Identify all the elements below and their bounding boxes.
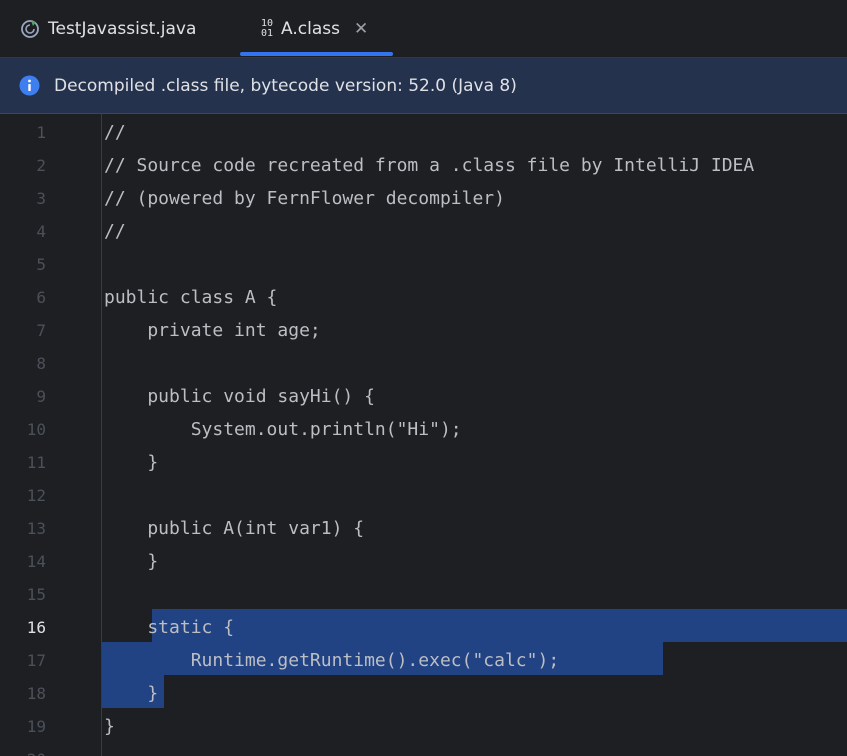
line-number: 12 — [26, 486, 46, 505]
code-line[interactable]: 3 // (powered by FernFlower decompiler) — [0, 182, 847, 215]
line-number: 6 — [36, 288, 46, 307]
code-text: public void sayHi() { — [104, 386, 375, 407]
class-refresh-icon — [21, 19, 39, 38]
code-text: private int age; — [104, 320, 321, 341]
line-number: 18 — [26, 684, 46, 703]
tab-a-class[interactable]: 10 01 A.class ✕ — [240, 0, 393, 57]
code-line[interactable]: 14 } — [0, 545, 847, 578]
code-line[interactable]: 5 — [0, 248, 847, 281]
code-text: System.out.println("Hi"); — [104, 419, 462, 440]
close-icon[interactable]: ✕ — [354, 19, 368, 39]
active-tab-indicator — [240, 52, 393, 56]
line-number: 1 — [36, 123, 46, 142]
code-text: // — [104, 221, 126, 242]
code-editor[interactable]: 1 // 2 // Source code recreated from a .cla… — [0, 114, 847, 756]
code-text: } — [104, 716, 115, 737]
code-line[interactable]: 1 // — [0, 116, 847, 149]
code-line[interactable]: 10 System.out.println("Hi"); — [0, 413, 847, 446]
line-number: 3 — [36, 189, 46, 208]
code-line[interactable]: 20 — [0, 743, 847, 756]
banner-message: Decompiled .class file, bytecode version… — [54, 75, 517, 96]
code-line[interactable]: 9 public void sayHi() { — [0, 380, 847, 413]
code-text: Runtime.getRuntime().exec("calc"); — [104, 650, 560, 671]
binary-icon: 10 01 — [261, 17, 274, 39]
code-text: public class A { — [104, 287, 278, 308]
editor-tab-bar: TestJavassist.java 10 01 A.class ✕ — [0, 0, 847, 57]
code-line[interactable]: 2 // Source code recreated from a .class … — [0, 149, 847, 182]
code-line[interactable]: 12 — [0, 479, 847, 512]
code-line[interactable]: 19} — [0, 710, 847, 743]
code-line[interactable]: 18 } — [0, 677, 847, 710]
line-number: 8 — [36, 354, 46, 373]
line-number: 2 — [36, 156, 46, 175]
code-text: public A(int var1) { — [104, 518, 365, 539]
code-line[interactable]: 11 } — [0, 446, 847, 479]
line-number: 15 — [26, 585, 46, 604]
code-text: } — [104, 683, 159, 704]
line-number: 20 — [0, 743, 46, 756]
decompiled-notice-banner: Decompiled .class file, bytecode version… — [0, 57, 847, 114]
code-text: // — [104, 122, 126, 143]
tab-label: A.class — [281, 18, 340, 39]
code-text: } — [104, 551, 159, 572]
code-text: // (powered by FernFlower decompiler) — [104, 188, 505, 209]
code-text: // Source code recreated from a .class f… — [104, 155, 755, 176]
tab-testjavassist[interactable]: TestJavassist.java — [20, 0, 196, 57]
info-icon — [19, 75, 40, 96]
line-number: 9 — [36, 387, 46, 406]
line-number: 11 — [26, 453, 46, 472]
line-number: 10 — [26, 420, 46, 439]
line-number: 19 — [26, 717, 46, 736]
line-number: 17 — [26, 651, 46, 670]
tab-label: TestJavassist.java — [48, 18, 197, 39]
code-line[interactable]: 17 Runtime.getRuntime().exec("calc"); — [0, 644, 847, 677]
code-line[interactable]: 16 static { — [0, 611, 847, 644]
line-number: 14 — [26, 552, 46, 571]
line-number: 7 — [36, 321, 46, 340]
line-number: 16 — [26, 618, 46, 637]
line-number: 13 — [26, 519, 46, 538]
code-text: static { — [104, 617, 235, 638]
code-line[interactable]: 6 public class A { — [0, 281, 847, 314]
code-line[interactable]: 13 public A(int var1) { — [0, 512, 847, 545]
line-number: 4 — [36, 222, 46, 241]
line-number: 5 — [36, 255, 46, 274]
code-line[interactable]: 8 — [0, 347, 847, 380]
code-line[interactable]: 15 — [0, 578, 847, 611]
code-line[interactable]: 7 private int age; — [0, 314, 847, 347]
code-text: } — [104, 452, 159, 473]
code-line[interactable]: 4 // — [0, 215, 847, 248]
